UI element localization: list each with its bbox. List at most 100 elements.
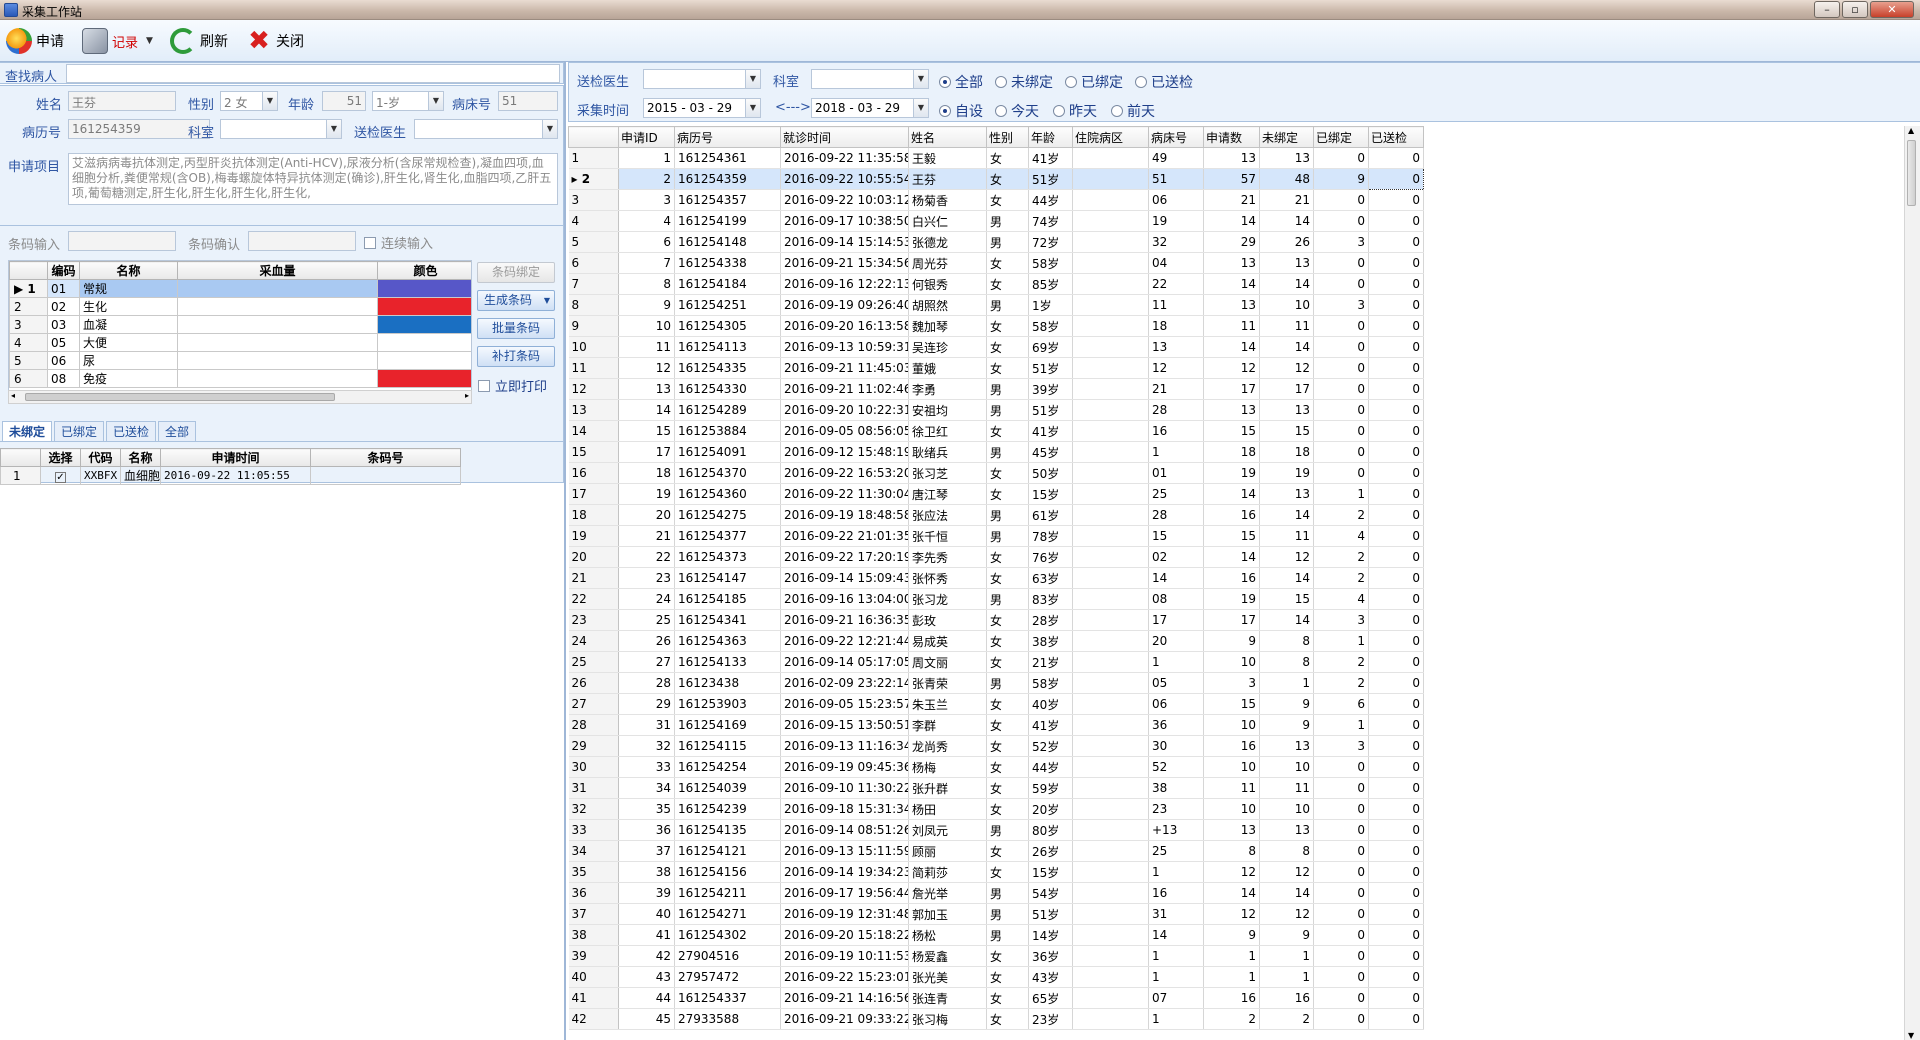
table-row[interactable]: 30 33 161254254 2016-09-19 09:45:36 杨梅女 44岁 52… <box>568 756 1424 778</box>
req-col-barcode[interactable]: 条码号 <box>310 448 461 467</box>
reprint-barcode-button[interactable]: 补打条码 <box>477 346 555 367</box>
req-col-time[interactable]: 申请时间 <box>160 448 311 467</box>
table-row[interactable]: 17 19 161254360 2016-09-22 11:30:04 唐江琴女 15岁 2… <box>568 483 1424 505</box>
record-button[interactable]: 记录 ▼ <box>82 26 153 56</box>
dept-select[interactable]: ▼ <box>220 119 342 139</box>
table-row[interactable]: 10 11 161254113 2016-09-13 10:59:31 吴连珍女 69岁 1… <box>568 336 1424 358</box>
table-row[interactable]: 37 40 161254271 2016-09-19 12:31:48 郭加玉男 51岁 3… <box>568 903 1424 925</box>
filter-doctor-select[interactable]: ▼ <box>643 69 761 89</box>
tab-bound[interactable]: 已绑定 <box>54 421 105 441</box>
batch-barcode-button[interactable]: 批量条码 <box>477 318 555 339</box>
doctor-select[interactable]: ▼ <box>414 119 558 139</box>
table-row[interactable]: 19 21 161254377 2016-09-22 21:01:35 张千恒男 78岁 1… <box>568 525 1424 547</box>
tube-code[interactable]: 02 <box>47 297 80 316</box>
radio-dot[interactable] <box>939 76 951 88</box>
scroll-up-icon[interactable]: ▲ <box>1908 126 1914 135</box>
range-before-radio[interactable]: 前天 <box>1111 101 1155 121</box>
tube-code[interactable]: 08 <box>47 369 80 388</box>
tube-code[interactable]: 03 <box>47 315 80 334</box>
grid-col-12[interactable]: 已送检 <box>1368 126 1424 148</box>
scroll-left-icon[interactable]: ◂ <box>11 391 15 400</box>
table-row[interactable]: 35 38 161254156 2016-09-14 19:34:23 简莉莎女 15岁 1… <box>568 861 1424 883</box>
chevron-down-icon[interactable]: ▼ <box>745 70 760 88</box>
radio-dot[interactable] <box>1065 76 1077 88</box>
radio-dot[interactable] <box>1111 105 1123 117</box>
tube-name[interactable]: 生化 <box>79 297 178 316</box>
table-row[interactable]: 5 6 161254148 2016-09-14 15:14:53 张德龙男 72岁 32 2… <box>568 231 1424 253</box>
tube-amount[interactable] <box>177 279 378 298</box>
filter-dept-select[interactable]: ▼ <box>811 69 929 89</box>
table-row[interactable]: 18 20 161254275 2016-09-19 18:48:58 张应法男 61岁 2… <box>568 504 1424 526</box>
table-row[interactable]: 34 37 161254121 2016-09-13 15:11:59 顾丽女 26岁 25… <box>568 840 1424 862</box>
table-row[interactable]: 3 03 血凝 <box>9 315 471 334</box>
scroll-right-icon[interactable]: ▸ <box>465 391 469 400</box>
req-col-select[interactable]: 选择 <box>40 448 81 467</box>
range-today-radio[interactable]: 今天 <box>995 101 1039 121</box>
tube-name[interactable]: 大便 <box>79 333 178 352</box>
req-col-code[interactable]: 代码 <box>80 448 121 467</box>
radio-dot[interactable] <box>995 105 1007 117</box>
apply-button[interactable]: 申请 <box>6 26 64 56</box>
grid-col-10[interactable]: 未绑定 <box>1259 126 1314 148</box>
grid-col-2[interactable]: 病历号 <box>674 126 781 148</box>
close-button[interactable]: ✖ 关闭 <box>246 26 304 56</box>
tube-name[interactable]: 尿 <box>79 351 178 370</box>
table-row[interactable]: 3 3 161254357 2016-09-22 10:03:12 杨菊香女 44岁 06 2… <box>568 189 1424 211</box>
filter-unbound-radio[interactable]: 未绑定 <box>995 72 1053 92</box>
scroll-thumb[interactable] <box>1907 140 1916 206</box>
table-row[interactable]: 9 10 161254305 2016-09-20 16:13:58 魏加琴女 58岁 18… <box>568 315 1424 337</box>
table-row[interactable]: 12 13 161254330 2016-09-21 11:02:46 李勇男 39岁 21… <box>568 378 1424 400</box>
table-row[interactable]: 20 22 161254373 2016-09-22 17:20:19 李先秀女 76岁 0… <box>568 546 1424 568</box>
tube-color-swatch[interactable] <box>377 333 471 352</box>
table-row[interactable]: 2 02 生化 <box>9 297 471 316</box>
name-field[interactable]: 王芬 <box>68 91 176 111</box>
barcode-confirm-input[interactable] <box>248 231 356 251</box>
close-window-button[interactable]: ✕ <box>1870 1 1914 18</box>
grid-col-1[interactable]: 申请ID <box>618 126 675 148</box>
tube-grid-hscroll[interactable]: ◂ ▸ <box>8 390 472 404</box>
tube-amount[interactable] <box>177 315 378 334</box>
table-row[interactable]: 42 45 27933588 2016-09-21 09:33:22 张习梅女 23岁 1 2… <box>568 1008 1424 1030</box>
radio-dot[interactable] <box>1053 105 1065 117</box>
table-row[interactable]: 39 42 27904516 2016-09-19 10:11:53 杨爱鑫女 36岁 1 1… <box>568 945 1424 967</box>
tube-col-color[interactable]: 颜色 <box>377 261 471 280</box>
table-row[interactable]: 38 41 161254302 2016-09-20 15:18:22 杨松男 14岁 14… <box>568 924 1424 946</box>
grid-col-3[interactable]: 就诊时间 <box>780 126 909 148</box>
chevron-down-icon[interactable]: ▼ <box>428 92 443 110</box>
patient-grid-vscroll[interactable]: ▲ ▼ <box>1904 126 1920 1040</box>
table-row[interactable]: 5 06 尿 <box>9 351 471 370</box>
table-row[interactable]: 15 17 161254091 2016-09-12 15:48:19 耿绪兵男 45岁 1… <box>568 441 1424 463</box>
select-checkbox[interactable]: ✓ <box>40 466 81 485</box>
table-row[interactable]: 33 36 161254135 2016-09-14 08:51:26 刘凤元男 80岁 +… <box>568 819 1424 841</box>
table-row[interactable]: 14 15 161253884 2016-09-05 08:56:05 徐卫红女 41岁 1… <box>568 420 1424 442</box>
table-row[interactable]: 36 39 161254211 2016-09-17 19:56:44 詹光举男 54岁 1… <box>568 882 1424 904</box>
table-row[interactable]: 40 43 27957472 2016-09-22 15:23:01 张光美女 43岁 1 1… <box>568 966 1424 988</box>
chevron-down-icon[interactable]: ▼ <box>913 99 928 117</box>
table-row[interactable]: 25 27 161254133 2016-09-14 05:17:05 周文丽女 21岁 1… <box>568 651 1424 673</box>
tube-amount[interactable] <box>177 369 378 388</box>
grid-col-5[interactable]: 性别 <box>986 126 1029 148</box>
tube-col-amount[interactable]: 采血量 <box>177 261 378 280</box>
tube-amount[interactable] <box>177 351 378 370</box>
apply-items-memo[interactable]: 艾滋病病毒抗体测定,丙型肝炎抗体测定(Anti-HCV),尿液分析(含尿常规检查… <box>68 153 558 205</box>
filter-sent-radio[interactable]: 已送检 <box>1135 72 1193 92</box>
chevron-down-icon[interactable]: ▼ <box>745 99 760 117</box>
table-row[interactable]: 32 35 161254239 2016-09-18 15:31:34 杨田女 20岁 23… <box>568 798 1424 820</box>
tube-code[interactable]: 01 <box>47 279 80 298</box>
tube-name[interactable]: 常规 <box>79 279 178 298</box>
table-row[interactable]: 8 9 161254251 2016-09-19 09:26:40 胡照然男 1岁 11 13… <box>568 294 1424 316</box>
req-col-name[interactable]: 名称 <box>120 448 161 467</box>
date-to-picker[interactable]: 2018 - 03 - 29 ▼ <box>811 98 929 118</box>
tube-color-swatch[interactable] <box>377 315 471 334</box>
table-row[interactable]: 7 8 161254184 2016-09-16 12:22:13 何银秀女 85岁 22 1… <box>568 273 1424 295</box>
tube-amount[interactable] <box>177 297 378 316</box>
chevron-down-icon[interactable]: ▼ <box>326 120 341 138</box>
table-row[interactable]: 26 28 16123438 2016-02-09 23:22:14 张青荣男 58岁 05… <box>568 672 1424 694</box>
table-row[interactable]: 21 23 161254147 2016-09-14 15:09:43 张怀秀女 63岁 1… <box>568 567 1424 589</box>
table-row[interactable]: 1 ✓ XXBFX 血细胞 2016-09-22 11:05:55 <box>0 466 461 485</box>
generate-barcode-button[interactable]: 生成条码 ▼ <box>477 290 555 311</box>
checkbox-box[interactable] <box>478 379 490 392</box>
range-yesterday-radio[interactable]: 昨天 <box>1053 101 1097 121</box>
chevron-down-icon[interactable]: ▼ <box>542 120 557 138</box>
find-patient-input[interactable] <box>66 64 560 83</box>
